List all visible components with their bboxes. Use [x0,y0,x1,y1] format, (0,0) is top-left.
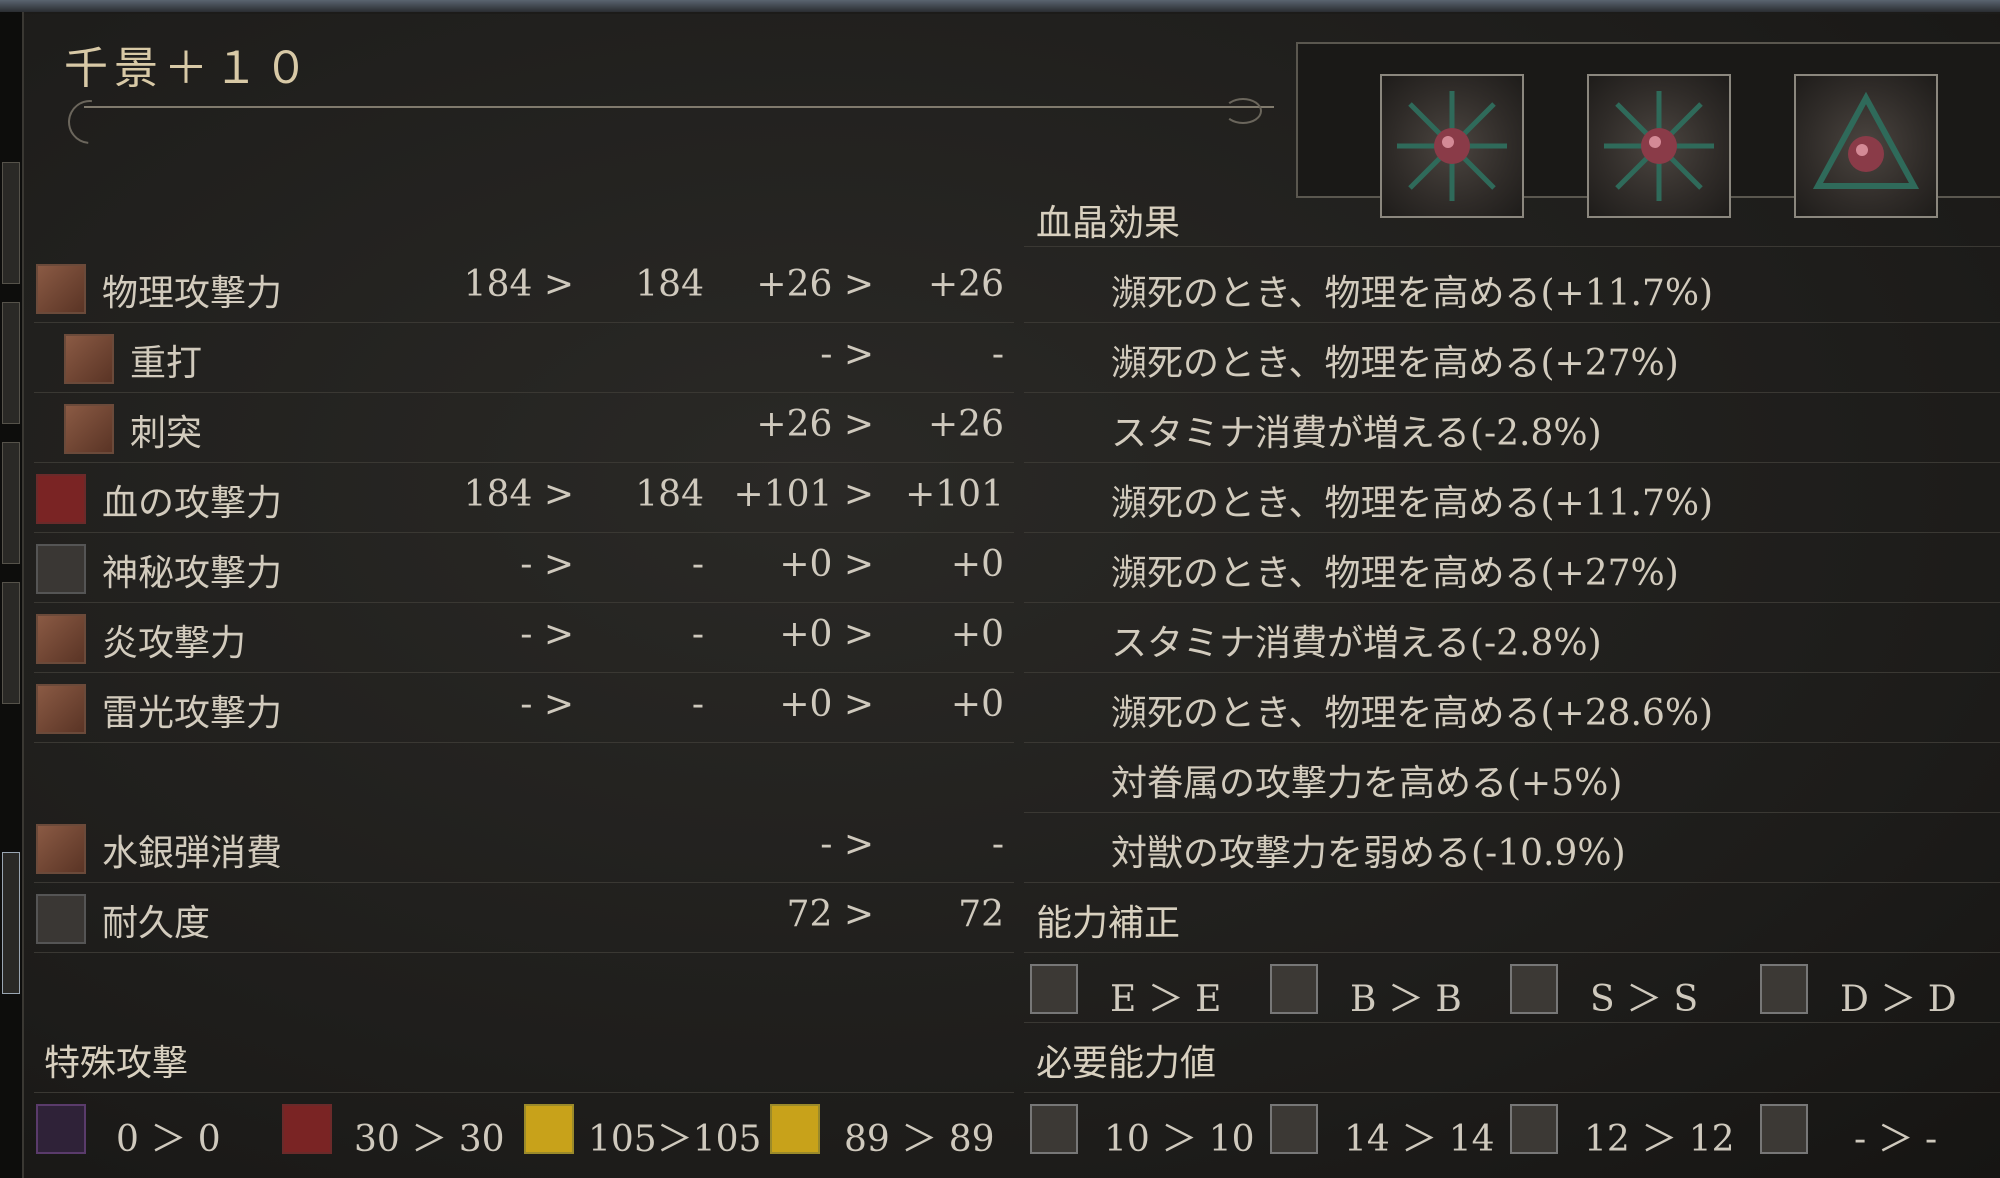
divider [1024,812,2000,813]
divider [1024,1022,2000,1023]
skill-icon [1270,1104,1318,1154]
side-tab[interactable] [2,162,20,284]
gem-effect-item: 瀕死のとき、物理を高める(+28.6%) [1111,693,1714,734]
gem-effect-item: 瀕死のとき、物理を高める(+11.7%) [1111,273,1714,314]
side-tab[interactable] [2,582,20,704]
ornament-left [59,91,121,153]
strength-icon [1030,964,1078,1014]
slow-poison-icon [36,1104,86,1154]
attack-row-blunt: 重打 - > - [24,322,1014,392]
gem-slot-2[interactable] [1587,74,1731,218]
divider [34,742,1014,743]
bloodtinge-icon [1510,964,1558,1014]
divider [1024,1092,2000,1093]
blunt-icon [64,334,114,384]
gem-effects-header: 血晶効果 [1036,203,1181,244]
side-tab[interactable] [2,302,20,424]
strength-icon [1030,1104,1078,1154]
durability-icon [36,894,86,944]
divider [1024,672,2000,673]
divider [1024,322,2000,323]
attack-row-thrust: 刺突 +26 > +26 [24,392,1014,462]
gem-slot-1[interactable] [1380,74,1524,218]
gem-star-icon [1604,91,1714,201]
bloodtinge-icon [1510,1104,1558,1154]
beast-icon [770,1104,820,1154]
thrust-icon [64,404,114,454]
gem-effect-item: スタミナ消費が増える(-2.8%) [1111,413,1602,454]
side-tab-active[interactable] [2,852,20,994]
divider [1024,952,2000,953]
gem-effect-item: 瀕死のとき、物理を高める(+11.7%) [1111,483,1714,524]
divider [1024,742,2000,743]
fire-attack-icon [36,614,86,664]
attack-row-fire: 炎攻撃力 - > - +0 > +0 [24,602,1014,672]
side-tab[interactable] [2,442,20,564]
title-divider [84,106,1274,108]
arcane-attack-icon [36,544,86,594]
physical-attack-icon [36,264,86,314]
arcane-icon [1760,1104,1808,1154]
arcane-icon [1760,964,1808,1014]
quicksilver-icon [36,824,86,874]
requirements-header: 必要能力値 [1036,1043,1217,1084]
serpent-icon [524,1104,574,1154]
scaling-header: 能力補正 [1036,903,1181,944]
bolt-attack-icon [36,684,86,734]
divider [1024,462,2000,463]
weapon-detail-panel: 千景＋１０ 血晶効果 物理攻撃力 184 > 184 +26 > +26 重打 … [24,14,2000,1178]
skill-icon [1270,964,1318,1014]
gem-star-icon [1397,91,1507,201]
gem-effect-item: スタミナ消費が増える(-2.8%) [1111,623,1602,664]
divider [1024,392,2000,393]
attack-row-arcane: 神秘攻撃力 - > - +0 > +0 [24,532,1014,602]
ornament-right [1224,98,1262,124]
divider [1024,602,2000,603]
attack-row-bolt: 雷光攻撃力 - > - +0 > +0 [24,672,1014,742]
attack-row-physical: 物理攻撃力 184 > 184 +26 > +26 [24,252,1014,322]
gem-effect-item: 瀕死のとき、物理を高める(+27%) [1111,553,1679,594]
attack-row-blood: 血の攻撃力 184 > 184 +101 > +101 [24,462,1014,532]
gem-effect-item: 対獣の攻撃力を弱める(-10.9%) [1111,833,1626,874]
divider [1024,882,2000,883]
divider [34,1092,1014,1093]
weapon-title: 千景＋１０ [64,43,314,94]
divider [1024,532,2000,533]
gem-slot-frame [1296,42,2000,218]
top-frame-bar [0,0,2000,12]
gem-effect-item: 瀕死のとき、物理を高める(+27%) [1111,343,1679,384]
special-attack-header: 特殊攻撃 [44,1043,189,1084]
attack-row-quicksilver: 水銀弾消費 - > - [24,812,1014,882]
divider [34,952,1014,953]
gem-slot-3[interactable] [1794,74,1938,218]
side-frame [0,12,24,1178]
gem-effect-item: 対眷属の攻撃力を高める(+5%) [1111,763,1623,804]
attack-row-durability: 耐久度 72 > 72 [24,882,1014,952]
blood-attack-icon [36,474,86,524]
skull-icon [282,1104,332,1154]
divider [1024,246,2000,247]
gem-triangle-icon [1812,91,1920,189]
